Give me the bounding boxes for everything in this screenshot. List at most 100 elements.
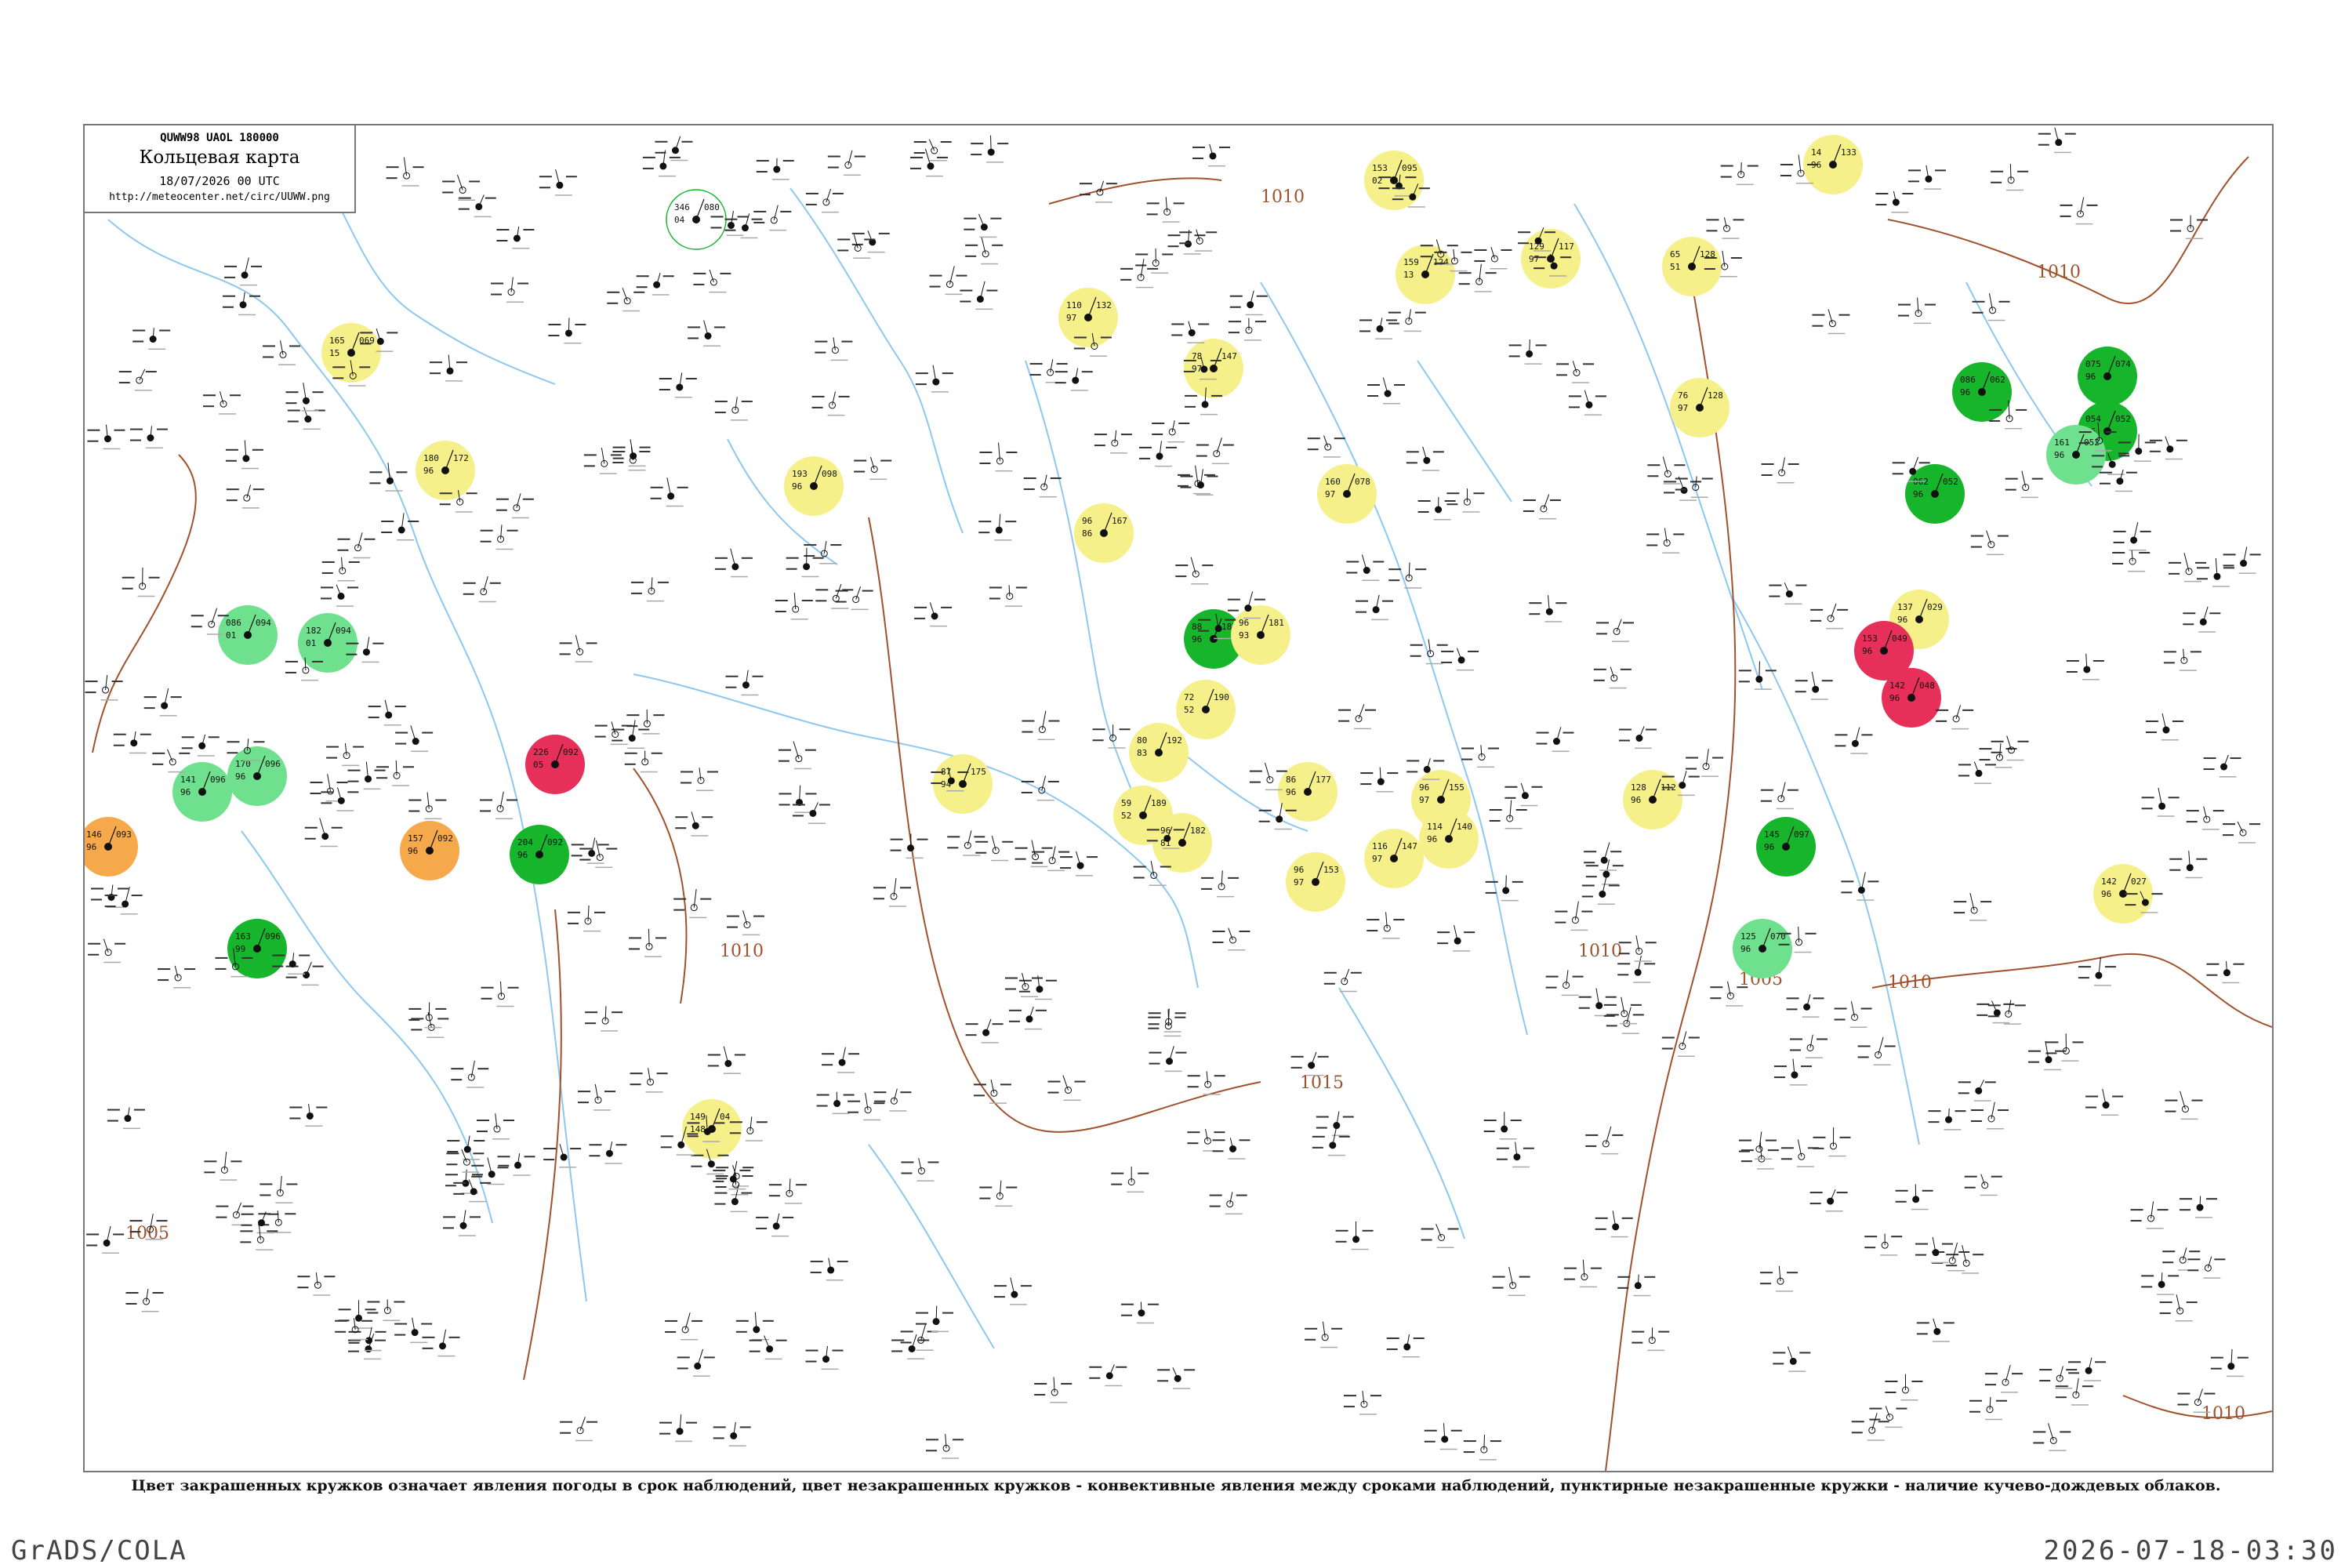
wind-barb xyxy=(1572,361,1577,373)
plot-tick xyxy=(387,332,398,334)
plot-tick xyxy=(1534,267,1545,270)
station-symbol xyxy=(2145,713,2183,741)
plot-tick xyxy=(1898,314,1910,317)
plot-tick xyxy=(242,760,260,761)
plot-tick xyxy=(890,849,902,851)
plot-tick xyxy=(1387,772,1399,775)
plot-tick xyxy=(1187,1142,1199,1145)
plot-tick xyxy=(1227,598,1240,601)
plot-tick xyxy=(594,724,608,727)
wind-barb xyxy=(1362,1390,1365,1405)
plot-tick xyxy=(863,1119,881,1121)
plot-tick xyxy=(2017,170,2029,172)
plot-tick xyxy=(1984,1081,1996,1083)
plot-tick xyxy=(1720,165,1733,167)
plot-tick xyxy=(1229,306,1241,308)
wind-barb xyxy=(246,485,252,499)
plot-tick xyxy=(156,428,168,430)
plot-tick xyxy=(517,282,529,285)
plot-tick xyxy=(707,1065,719,1067)
plot-tick xyxy=(321,561,335,563)
plot-tick xyxy=(347,1350,359,1352)
wind-barb xyxy=(1114,430,1117,444)
station-symbol xyxy=(768,1178,807,1204)
plot-tick xyxy=(2105,431,2117,434)
plot-tick xyxy=(1875,193,1889,195)
plot-tick xyxy=(1434,262,1446,264)
station-dewpoint: 96 xyxy=(235,771,245,782)
plot-tick xyxy=(1105,183,1117,185)
plot-tick xyxy=(539,176,552,178)
station-symbol xyxy=(626,710,665,735)
plot-tick xyxy=(326,757,338,759)
plot-tick xyxy=(2170,219,2183,221)
plot-tick xyxy=(1777,482,1795,484)
plot-tick xyxy=(143,696,157,699)
plot-tick xyxy=(2125,471,2137,474)
station-temp: 153 xyxy=(1862,633,1878,644)
plot-tick xyxy=(910,156,924,158)
plot-tick xyxy=(1563,1278,1575,1280)
plot-tick xyxy=(1661,775,1675,778)
plot-tick xyxy=(485,197,496,199)
station-symbol xyxy=(993,1277,1032,1305)
station-symbol xyxy=(1120,1301,1159,1324)
plot-tick xyxy=(1178,422,1190,424)
plot-tick xyxy=(1595,1228,1606,1230)
plot-tick xyxy=(1212,930,1225,932)
plot-tick xyxy=(2197,219,2209,221)
plot-tick xyxy=(2210,1356,2223,1359)
plot-tick xyxy=(751,218,763,220)
plot-tick xyxy=(2128,570,2146,572)
plot-tick xyxy=(636,275,649,278)
station-pressure: 153 xyxy=(1323,865,1339,875)
station-dewpoint: 01 xyxy=(226,630,236,641)
station-marker xyxy=(2141,898,2149,906)
station-marker xyxy=(2166,445,2174,453)
plot-tick xyxy=(1664,492,1675,494)
plot-tick xyxy=(1225,1213,1243,1215)
plot-tick xyxy=(1009,1304,1027,1305)
station-symbol xyxy=(225,440,263,470)
plot-tick xyxy=(289,1106,303,1109)
station-symbol xyxy=(2060,197,2098,225)
plot-tick xyxy=(1365,709,1377,711)
plot-tick xyxy=(630,1083,641,1086)
plot-tick xyxy=(1593,679,1605,681)
plot-tick xyxy=(2184,580,2202,583)
plot-tick xyxy=(348,385,366,387)
station-dewpoint: 96 xyxy=(1862,646,1872,656)
plot-tick xyxy=(396,471,408,474)
plot-tick xyxy=(2223,567,2234,569)
plot-tick xyxy=(1087,856,1098,858)
wind-barb xyxy=(2005,1364,2011,1383)
station-temp: 96 xyxy=(1419,782,1429,793)
plot-tick xyxy=(1473,492,1485,495)
plot-tick xyxy=(1005,521,1017,523)
plot-tick xyxy=(335,1319,348,1322)
plot-tick xyxy=(439,492,452,495)
plot-tick xyxy=(386,177,397,180)
plot-tick xyxy=(1015,586,1027,589)
plot-tick xyxy=(960,289,973,292)
plot-tick xyxy=(681,140,693,143)
plot-tick xyxy=(1964,1186,1976,1189)
station-pressure: 189 xyxy=(1151,798,1167,808)
plot-tick xyxy=(827,166,839,169)
plot-tick xyxy=(1618,728,1632,731)
station-symbol xyxy=(607,288,645,312)
plot-tick xyxy=(900,1341,912,1344)
plot-tick xyxy=(665,1330,677,1333)
plot-tick xyxy=(2112,1095,2124,1098)
plot-tick xyxy=(148,576,160,579)
station-symbol xyxy=(1606,1007,1644,1034)
wind-barb xyxy=(924,148,931,167)
map-url[interactable]: http://meteocenter.net/circ/UUWW.png xyxy=(85,191,354,203)
station-marker xyxy=(1040,483,1048,491)
weather-station: 149 04148 xyxy=(682,1099,742,1159)
plot-tick xyxy=(1335,1229,1348,1232)
plot-tick xyxy=(1805,932,1817,935)
plot-tick xyxy=(1810,699,1828,700)
plot-tick xyxy=(1508,1294,1526,1297)
plot-tick xyxy=(1686,757,1699,759)
